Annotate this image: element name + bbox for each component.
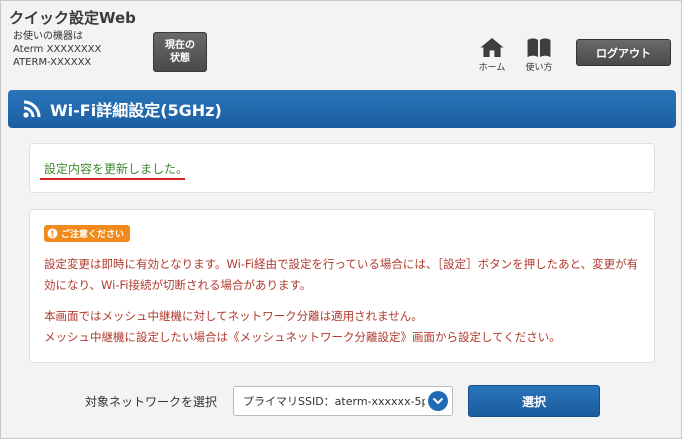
success-panel: 設定内容を更新しました。 bbox=[29, 143, 655, 193]
select-button[interactable]: 選択 bbox=[468, 385, 600, 417]
page-title-bar: Wi-Fi詳細設定(5GHz) bbox=[8, 90, 676, 128]
notice-badge-text: ご注意ください bbox=[61, 230, 125, 240]
header: クイック設定Web お使いの機器は Aterm XXXXXXXX ATERM-X… bbox=[1, 1, 682, 83]
manual-button[interactable]: 使い方 bbox=[519, 37, 559, 73]
device-label: お使いの機器は bbox=[13, 31, 83, 42]
home-button[interactable]: ホーム bbox=[472, 37, 512, 73]
network-select-label: 対象ネットワークを選択 bbox=[85, 395, 218, 409]
alert-icon bbox=[47, 228, 58, 239]
status-button-line2: 状態 bbox=[170, 53, 190, 64]
network-select-value: プライマリSSID：aterm-xxxxxx-5p bbox=[243, 395, 425, 408]
home-icon bbox=[480, 37, 504, 58]
app-title: クイック設定Web bbox=[9, 9, 136, 27]
status-button-line1: 現在の bbox=[165, 40, 195, 51]
manual-label: 使い方 bbox=[525, 63, 553, 73]
device-name: ATERM-XXXXXX bbox=[13, 57, 92, 68]
chevron-down-icon bbox=[428, 391, 448, 411]
notice-paragraph-2: 本画面ではメッシュ中継機に対してネットワーク分離は適用されません。 メッシュ中継… bbox=[44, 306, 644, 348]
logout-button[interactable]: ログアウト bbox=[576, 39, 671, 66]
device-info: お使いの機器は Aterm XXXXXXXX ATERM-XXXXXX bbox=[13, 30, 101, 69]
book-icon bbox=[527, 38, 551, 58]
success-message: 設定内容を更新しました。 bbox=[44, 162, 189, 176]
network-select[interactable]: プライマリSSID：aterm-xxxxxx-5p bbox=[233, 386, 453, 416]
home-label: ホーム bbox=[478, 63, 506, 73]
wifi-icon bbox=[23, 100, 41, 118]
notice-paragraph-2-line-2: メッシュ中継機に設定したい場合は《メッシュネットワーク分離設定》画面から設定して… bbox=[44, 330, 561, 344]
notice-badge: ご注意ください bbox=[44, 225, 131, 242]
device-model: Aterm XXXXXXXX bbox=[13, 44, 102, 55]
success-underline bbox=[40, 178, 185, 180]
page-title: Wi-Fi詳細設定(5GHz) bbox=[50, 101, 222, 120]
notice-panel: ご注意ください 設定変更は即時に有効となります。Wi-Fi経由で設定を行っている… bbox=[29, 209, 655, 363]
notice-paragraph-1: 設定変更は即時に有効となります。Wi-Fi経由で設定を行っている場合には、［設定… bbox=[44, 257, 639, 292]
notice-paragraph-2-line-1: 本画面ではメッシュ中継機に対してネットワーク分離は適用されません。 bbox=[44, 309, 423, 323]
page-frame: クイック設定Web お使いの機器は Aterm XXXXXXXX ATERM-X… bbox=[0, 0, 682, 439]
current-status-button[interactable]: 現在の 状態 bbox=[153, 32, 207, 72]
